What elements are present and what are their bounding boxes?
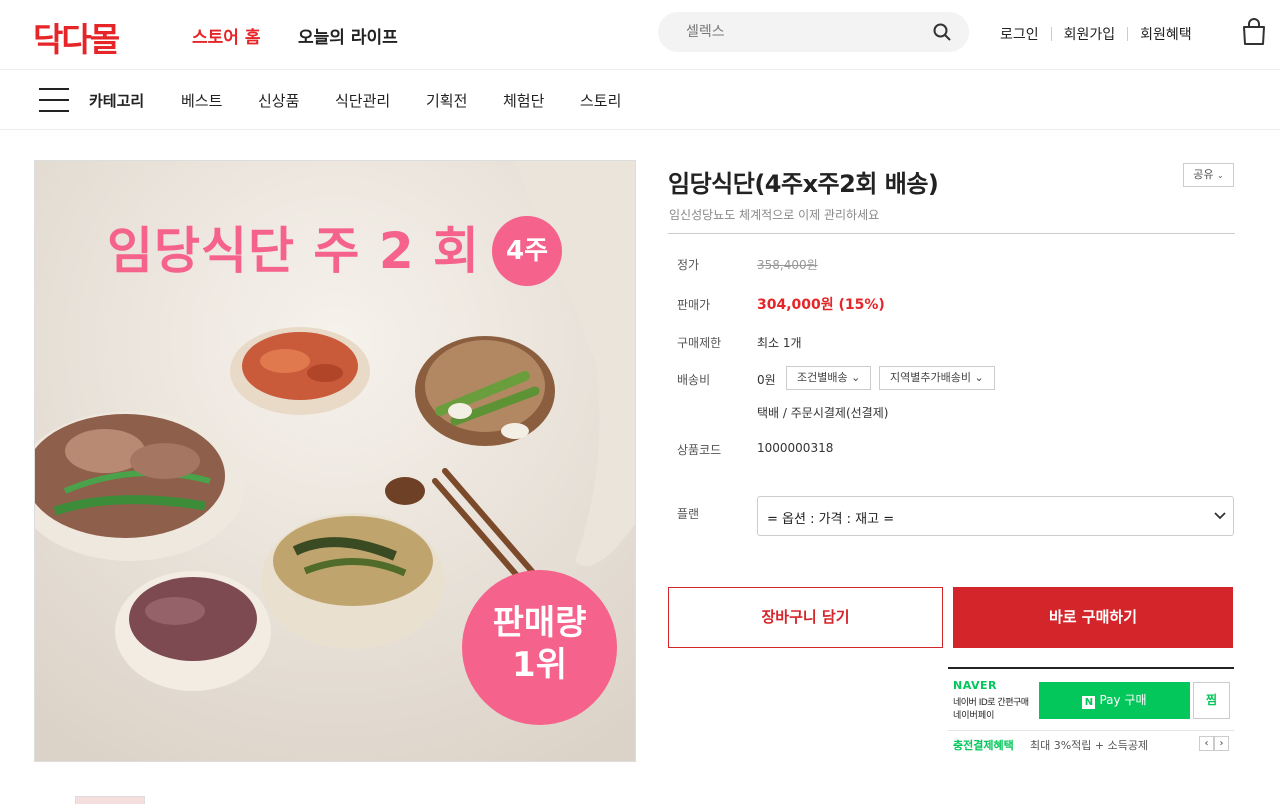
shopping-bag-icon[interactable]	[1241, 18, 1267, 46]
search-box	[658, 12, 969, 52]
sales-rank-line2: 1위	[512, 645, 567, 685]
week-badge: 4주	[492, 216, 562, 286]
signup-link[interactable]: 회원가입	[1064, 27, 1116, 43]
nav-today-life[interactable]: 오늘의 라이프	[298, 23, 398, 48]
chevron-down-icon	[1214, 512, 1226, 520]
login-link[interactable]: 로그인	[1000, 27, 1039, 43]
product-title: 임당식단(4주x주2회 배송)	[668, 170, 939, 198]
divider	[668, 233, 1235, 234]
list-price: 358,400원	[757, 258, 818, 272]
product-code: 1000000318	[757, 441, 834, 455]
regional-shipping-label: 지역별추가배송비	[890, 371, 971, 384]
share-button[interactable]: 공유 ⌄	[1183, 163, 1234, 187]
product-code-label: 상품코드	[677, 443, 722, 457]
shipping-fee: 0원	[757, 373, 776, 387]
purchase-limit-value: 최소 1개	[757, 336, 802, 350]
chevron-left-icon[interactable]: ‹	[1199, 736, 1214, 751]
util-links: 로그인 회원가입 회원혜택	[1000, 24, 1192, 44]
search-icon[interactable]	[933, 23, 951, 41]
plan-select-value: = 옵션 : 가격 : 재고 =	[767, 512, 895, 527]
naver-logo: NAVER	[953, 679, 997, 692]
nav-item-promotion[interactable]: 기획전	[426, 90, 467, 111]
chevron-down-icon: ⌄	[1217, 171, 1224, 180]
search-input[interactable]	[686, 22, 926, 42]
naver-pay-desc: 네이버 ID로 간편구매	[953, 698, 1029, 708]
sale-price: 304,000원 (15%)	[757, 297, 885, 313]
plan-select[interactable]: = 옵션 : 가격 : 재고 =	[757, 496, 1234, 536]
category-nav: 카테고리 베스트 신상품 식단관리 기획전 체험단 스토리	[0, 70, 1280, 130]
nav-item-experience[interactable]: 체험단	[503, 90, 544, 111]
nav-item-best[interactable]: 베스트	[181, 90, 222, 111]
thumbnail[interactable]	[75, 796, 145, 804]
divider	[948, 730, 1234, 731]
share-label: 공유	[1193, 168, 1214, 181]
product-subtitle: 임신성당뇨도 체계적으로 이제 관리하세요	[669, 208, 880, 222]
naver-benefit-title: 충전결제혜택	[953, 739, 1014, 752]
naver-pay-name: 네이버페이	[953, 711, 995, 721]
headline-text: 임당식단 주 2 회	[107, 222, 481, 280]
nav-item-category[interactable]: 카테고리	[89, 90, 144, 111]
naver-pay-box: NAVER 네이버 ID로 간편구매 네이버페이 N Pay 구매 찜 충전결제혜…	[948, 667, 1234, 755]
nav-store-home[interactable]: 스토어 홈	[192, 23, 260, 48]
sales-rank-badge: 판매량 1위	[462, 570, 617, 725]
logo[interactable]: 닥다몰	[33, 13, 120, 61]
nav-item-diet[interactable]: 식단관리	[335, 90, 390, 111]
top-header: 닥다몰 스토어 홈 오늘의 라이프 로그인 회원가입 회원혜택	[0, 0, 1280, 70]
nav-item-story[interactable]: 스토리	[580, 90, 621, 111]
purchase-limit-label: 구매제한	[677, 336, 722, 350]
divider	[1127, 27, 1129, 41]
naver-benefit-desc: 최대 3%적립 + 소득공제	[1030, 739, 1149, 752]
wishlist-button[interactable]: 찜	[1193, 682, 1230, 719]
naver-n-icon: N	[1082, 696, 1096, 709]
naver-pay-button-label: Pay 구매	[1099, 693, 1147, 707]
list-price-label: 정가	[677, 258, 700, 272]
naver-pay-button[interactable]: N Pay 구매	[1039, 682, 1190, 719]
conditional-shipping-button[interactable]: 조건별배송 ⌄	[786, 366, 872, 390]
benefits-link[interactable]: 회원혜택	[1140, 27, 1192, 43]
nav-item-new[interactable]: 신상품	[258, 90, 299, 111]
sale-price-label: 판매가	[677, 298, 711, 312]
chevron-right-icon[interactable]: ›	[1214, 736, 1229, 751]
plan-label: 플랜	[677, 507, 700, 521]
product-image[interactable]: 임당식단 주 2 회 4주 판매량 1위	[34, 160, 636, 762]
add-to-cart-button[interactable]: 장바구니 담기	[668, 587, 943, 648]
conditional-shipping-label: 조건별배송	[797, 371, 848, 384]
buy-now-button[interactable]: 바로 구매하기	[953, 587, 1233, 648]
menu-icon[interactable]	[39, 88, 69, 112]
divider	[1050, 27, 1052, 41]
shipping-method: 택배 / 주문시결제(선결제)	[757, 406, 889, 420]
regional-shipping-button[interactable]: 지역별추가배송비 ⌄	[879, 366, 995, 390]
sales-rank-line1: 판매량	[492, 603, 587, 643]
shipping-label: 배송비	[677, 373, 711, 387]
